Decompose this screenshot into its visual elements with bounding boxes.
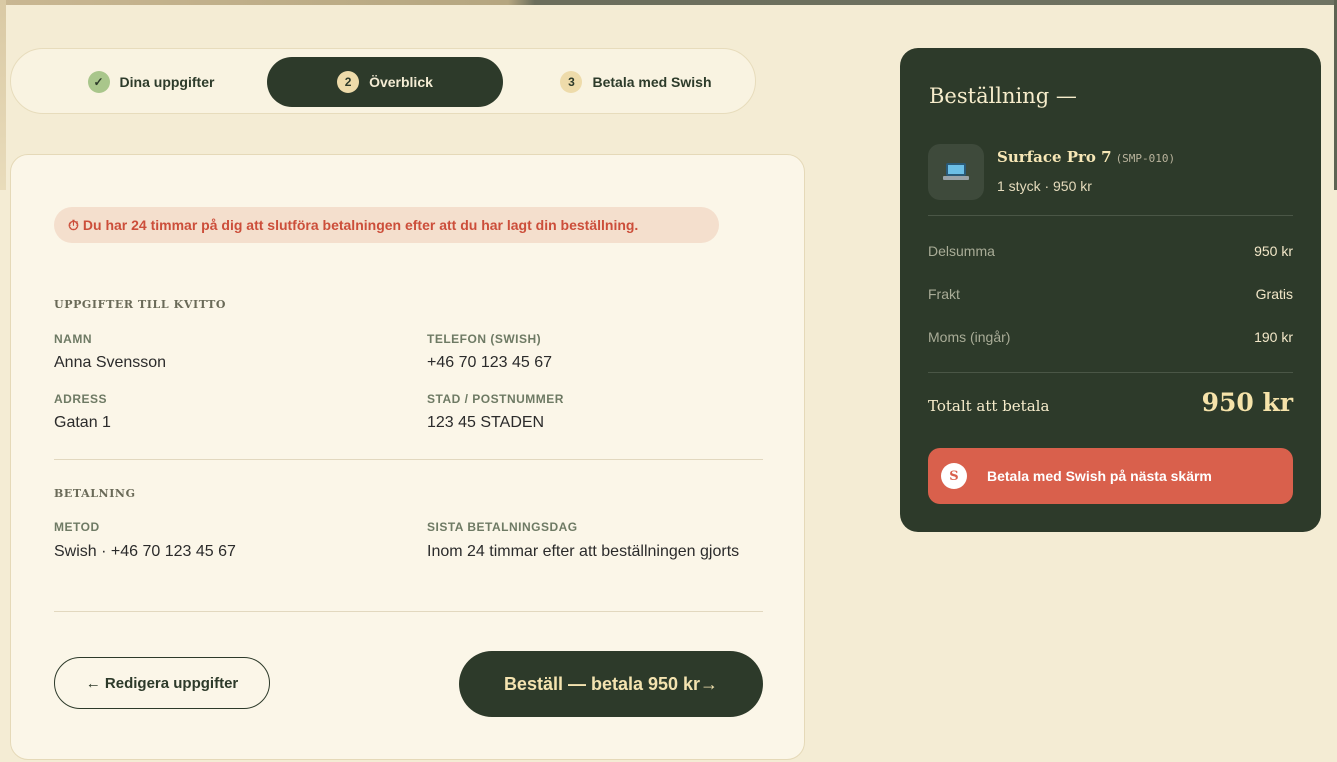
name-label: NAMN [54, 332, 92, 346]
product-title: Surface Pro 7 [997, 148, 1112, 166]
city-value: 123 45 STADEN [427, 414, 545, 431]
step-number: 2 [337, 71, 360, 93]
address-label: ADRESS [54, 392, 108, 406]
step-betala-med-swish[interactable]: 3 Betala med Swish [541, 57, 731, 107]
payment-deadline-alert: ⏱ Du har 24 timmar på dig att slutföra b… [54, 207, 719, 243]
vat-label: Moms (ingår) [928, 329, 1011, 345]
place-order-button[interactable]: Beställ — betala 950 kr→ [459, 651, 763, 717]
address-value: Gatan 1 [54, 414, 111, 431]
shipping-label: Frakt [928, 286, 960, 302]
subtotal-label: Delsumma [928, 243, 995, 259]
vat-value: 190 kr [1254, 329, 1293, 345]
subtotal-value: 950 kr [1254, 243, 1293, 259]
product-sku: (SMP-010) [1115, 152, 1176, 165]
step-dina-uppgifter[interactable]: ✓ Dina uppgifter [61, 57, 241, 107]
shipping-value: Gratis [1255, 286, 1293, 302]
order-summary-panel: Beställning — Surface Pro 7 (SMP-010) 1 s… [900, 48, 1321, 532]
step-number: 3 [560, 71, 583, 93]
overview-card: ⏱ Du har 24 timmar på dig att slutföra b… [10, 154, 805, 760]
phone-value: +46 70 123 45 67 [427, 354, 553, 371]
payment-section-title: BETALNING [54, 487, 136, 500]
name-value: Anna Svensson [54, 354, 167, 371]
swish-pay-button[interactable]: S Betala med Swish på nästa skärm [928, 448, 1293, 504]
deadline-label: SISTA BETALNINGSDAG [427, 520, 578, 534]
section-divider [54, 459, 763, 460]
order-summary-title: Beställning — [929, 84, 1077, 108]
summary-divider [928, 215, 1293, 216]
check-icon: ✓ [87, 71, 110, 93]
receipt-section-title: UPPGIFTER TILL KVITTO [54, 298, 227, 311]
product-quantity-price: 1 styck · 950 kr [997, 178, 1092, 194]
section-divider [54, 611, 763, 612]
checkout-stepper: ✓ Dina uppgifter 2 Överblick 3 Betala me… [10, 48, 756, 114]
method-value: Swish · +46 70 123 45 67 [54, 543, 236, 560]
city-label: STAD / POSTNUMMER [427, 392, 564, 406]
total-label: Totalt att betala [928, 397, 1050, 415]
summary-divider [928, 372, 1293, 373]
alert-text: Du har 24 timmar på dig att slutföra bet… [82, 217, 639, 233]
phone-label: TELEFON (SWISH) [427, 332, 542, 346]
window-top-strip [0, 0, 1337, 5]
step-label: Betala med Swish [592, 74, 712, 90]
total-value: 950 kr [1201, 388, 1293, 417]
laptop-icon [928, 144, 984, 200]
swish-button-label: Betala med Swish på nästa skärm [987, 468, 1212, 484]
deadline-value: Inom 24 timmar efter att beställningen g… [427, 543, 740, 560]
step-label: Överblick [369, 74, 433, 90]
step-label: Dina uppgifter [119, 74, 215, 90]
method-label: METOD [54, 520, 100, 534]
window-left-edge [0, 0, 6, 190]
timer-icon: ⏱ [68, 216, 79, 233]
edit-details-button[interactable]: ← Redigera uppgifter [54, 657, 270, 709]
product-name: Surface Pro 7 (SMP-010) [997, 148, 1175, 166]
step-overblick-active[interactable]: 2 Överblick [267, 57, 503, 107]
swish-logo-icon: S [941, 463, 967, 489]
